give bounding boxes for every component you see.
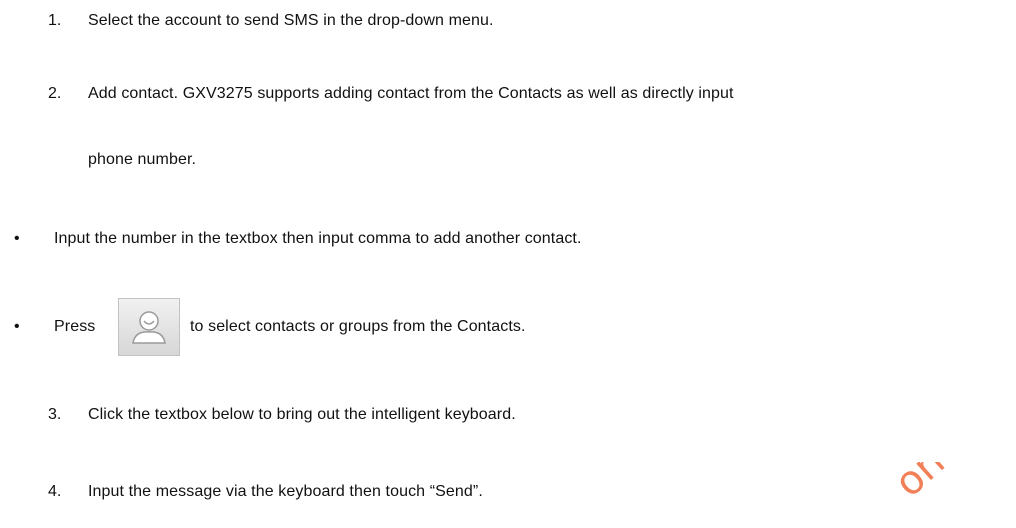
bullet-2-symbol: • (14, 318, 20, 335)
step-1-number: 1. (48, 12, 62, 29)
contact-avatar-icon (118, 298, 180, 356)
bullet-2-text-before: Press (54, 318, 96, 335)
step-4-text: Input the message via the keyboard then … (88, 483, 483, 500)
bullet-1-text: Input the number in the textbox then inp… (54, 230, 582, 247)
step-4-number: 4. (48, 483, 62, 500)
bullet-2-text-after: to select contacts or groups from the Co… (190, 318, 526, 335)
step-1-text: Select the account to send SMS in the dr… (88, 12, 494, 29)
step-3-text: Click the textbox below to bring out the… (88, 406, 516, 423)
document-page: 1. Select the account to send SMS in the… (0, 0, 1016, 528)
watermark-text: on (886, 462, 954, 507)
step-2-number: 2. (48, 85, 62, 102)
bullet-1-symbol: • (14, 230, 20, 247)
step-2-text-line2: phone number. (88, 151, 197, 168)
watermark: on (882, 462, 1016, 528)
step-2-text-line1: Add contact. GXV3275 supports adding con… (88, 85, 734, 102)
step-3-number: 3. (48, 406, 62, 423)
